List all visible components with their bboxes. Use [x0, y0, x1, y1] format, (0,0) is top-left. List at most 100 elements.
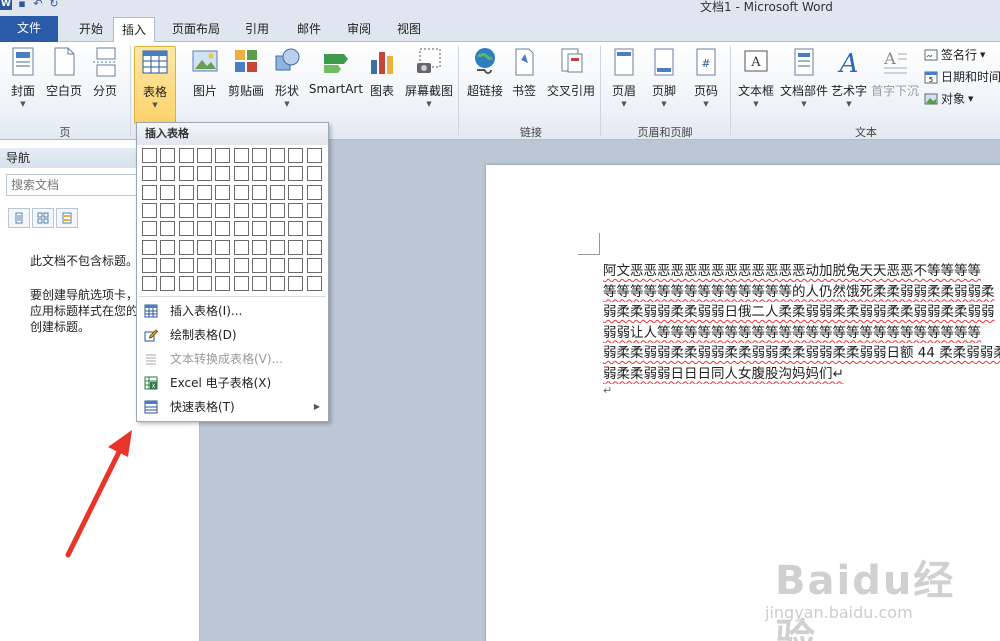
quick-tables-menu-item[interactable]: 快速表格(T) ▶: [137, 395, 328, 419]
page-break-button[interactable]: 分页: [88, 46, 122, 99]
grid-cell[interactable]: [288, 239, 304, 255]
grid-cell[interactable]: [178, 202, 194, 218]
grid-cell[interactable]: [270, 184, 286, 200]
grid-cell[interactable]: [142, 276, 157, 292]
grid-cell[interactable]: [178, 184, 194, 200]
grid-cell[interactable]: [215, 239, 231, 255]
grid-cell[interactable]: [160, 276, 176, 292]
cover-page-button[interactable]: 封面 ▼: [6, 46, 40, 108]
grid-cell[interactable]: [215, 202, 231, 218]
grid-cell[interactable]: [196, 257, 212, 273]
undo-icon[interactable]: ↶: [32, 0, 44, 10]
grid-cell[interactable]: [142, 166, 157, 182]
chart-button[interactable]: 图表: [366, 46, 398, 99]
grid-cell[interactable]: [233, 257, 249, 273]
smartart-button[interactable]: SmartArt: [308, 46, 364, 96]
grid-cell[interactable]: [178, 166, 194, 182]
tab-mailings[interactable]: 邮件: [288, 17, 330, 42]
wordart-button[interactable]: A 艺术字 ▼: [830, 46, 868, 108]
tab-file[interactable]: 文件: [0, 16, 58, 42]
grid-cell[interactable]: [160, 184, 176, 200]
grid-cell[interactable]: [196, 166, 212, 182]
grid-cell[interactable]: [196, 221, 212, 237]
grid-cell[interactable]: [306, 148, 322, 163]
clip-art-button[interactable]: 剪贴画: [226, 46, 266, 99]
grid-cell[interactable]: [160, 166, 176, 182]
insert-table-menu-item[interactable]: 插入表格(I)...: [137, 299, 328, 323]
grid-cell[interactable]: [215, 166, 231, 182]
grid-cell[interactable]: [233, 148, 249, 163]
tab-references[interactable]: 引用: [236, 17, 278, 42]
grid-cell[interactable]: [251, 184, 267, 200]
excel-spreadsheet-menu-item[interactable]: X Excel 电子表格(X): [137, 371, 328, 395]
grid-cell[interactable]: [270, 239, 286, 255]
tab-home[interactable]: 开始: [68, 17, 114, 42]
date-time-button[interactable]: 5 日期和时间: [924, 68, 1000, 85]
grid-cell[interactable]: [251, 166, 267, 182]
grid-cell[interactable]: [178, 257, 194, 273]
grid-cell[interactable]: [288, 166, 304, 182]
table-button[interactable]: 表格 ▼: [134, 46, 176, 124]
grid-cell[interactable]: [233, 166, 249, 182]
grid-cell[interactable]: [233, 202, 249, 218]
grid-cell[interactable]: [270, 166, 286, 182]
pages-tab[interactable]: [32, 208, 54, 228]
table-size-grid[interactable]: [142, 148, 327, 294]
signature-line-button[interactable]: 签名行 ▼: [924, 46, 985, 63]
grid-cell[interactable]: [196, 276, 212, 292]
grid-cell[interactable]: [288, 221, 304, 237]
grid-cell[interactable]: [142, 148, 157, 163]
grid-cell[interactable]: [215, 276, 231, 292]
grid-cell[interactable]: [251, 257, 267, 273]
grid-cell[interactable]: [251, 276, 267, 292]
tab-view[interactable]: 视图: [388, 17, 430, 42]
grid-cell[interactable]: [270, 202, 286, 218]
grid-cell[interactable]: [306, 184, 322, 200]
grid-cell[interactable]: [288, 202, 304, 218]
grid-cell[interactable]: [160, 148, 176, 163]
grid-cell[interactable]: [142, 221, 157, 237]
page-number-button[interactable]: # 页码 ▼: [690, 46, 722, 108]
grid-cell[interactable]: [270, 148, 286, 163]
grid-cell[interactable]: [306, 202, 322, 218]
redo-icon[interactable]: ↻: [48, 0, 60, 10]
grid-cell[interactable]: [233, 276, 249, 292]
grid-cell[interactable]: [196, 239, 212, 255]
object-button[interactable]: 对象 ▼: [924, 90, 973, 107]
document-body-text[interactable]: 阿文恶恶恶恶恶恶恶恶恶恶恶恶恶动加脱兔天天恶恶不等等等等 等等等等等等等等等等等…: [603, 261, 1000, 384]
grid-cell[interactable]: [215, 257, 231, 273]
tab-review[interactable]: 审阅: [338, 17, 380, 42]
grid-cell[interactable]: [215, 148, 231, 163]
grid-cell[interactable]: [251, 202, 267, 218]
drop-cap-button[interactable]: A 首字下沉: [870, 46, 920, 99]
grid-cell[interactable]: [288, 257, 304, 273]
grid-cell[interactable]: [306, 239, 322, 255]
grid-cell[interactable]: [288, 276, 304, 292]
convert-text-to-table-menu-item[interactable]: 文本转换成表格(V)...: [137, 347, 328, 371]
grid-cell[interactable]: [160, 202, 176, 218]
grid-cell[interactable]: [251, 239, 267, 255]
grid-cell[interactable]: [306, 257, 322, 273]
grid-cell[interactable]: [160, 221, 176, 237]
grid-cell[interactable]: [142, 257, 157, 273]
grid-cell[interactable]: [142, 239, 157, 255]
grid-cell[interactable]: [306, 221, 322, 237]
results-tab[interactable]: [56, 208, 78, 228]
grid-cell[interactable]: [178, 239, 194, 255]
draw-table-menu-item[interactable]: 绘制表格(D): [137, 323, 328, 347]
grid-cell[interactable]: [306, 276, 322, 292]
blank-page-button[interactable]: 空白页: [44, 46, 84, 99]
grid-cell[interactable]: [196, 184, 212, 200]
shapes-button[interactable]: 形状 ▼: [270, 46, 304, 108]
picture-button[interactable]: 图片: [188, 46, 222, 99]
grid-cell[interactable]: [196, 202, 212, 218]
hyperlink-button[interactable]: 超链接: [464, 46, 506, 99]
grid-cell[interactable]: [142, 202, 157, 218]
grid-cell[interactable]: [142, 184, 157, 200]
grid-cell[interactable]: [215, 221, 231, 237]
grid-cell[interactable]: [160, 257, 176, 273]
grid-cell[interactable]: [178, 221, 194, 237]
bookmark-button[interactable]: 书签: [508, 46, 540, 99]
grid-cell[interactable]: [233, 239, 249, 255]
footer-button[interactable]: 页脚 ▼: [648, 46, 680, 108]
